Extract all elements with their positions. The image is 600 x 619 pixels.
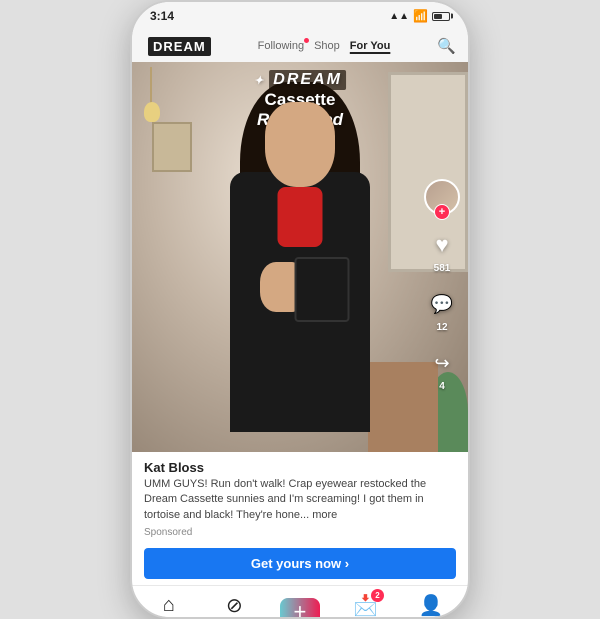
- follow-plus-button[interactable]: +: [434, 204, 450, 220]
- side-actions: + ♥ 581 💬 12 ↪ 4: [424, 179, 460, 392]
- nav-create[interactable]: +: [267, 598, 333, 619]
- share-count: 4: [439, 381, 445, 392]
- share-button[interactable]: ↪ 4: [426, 347, 458, 392]
- wall-art: [152, 122, 192, 172]
- brand-logo: DREAM: [148, 37, 211, 56]
- cta-label: Get yours now ›: [251, 556, 349, 571]
- nav-discover[interactable]: ⊘ Discover: [202, 593, 268, 619]
- nav-tabs: DREAM Following Shop For You 🔍: [132, 30, 468, 62]
- bottom-nav: ⌂ Home ⊘ Discover + 📩 2 Inbox 👤 Profile: [132, 585, 468, 619]
- light-bulb: [144, 102, 160, 122]
- person-top-accent: [278, 187, 323, 247]
- brand-text: DREAM: [269, 70, 346, 90]
- battery-icon: [432, 12, 450, 21]
- creator-name[interactable]: Kat Bloss: [144, 460, 456, 475]
- bottom-panel: Kat Bloss UMM GUYS! Run don't walk! Crap…: [132, 452, 468, 579]
- video-area: ✦ DREAM Cassette Restocked + ♥ 581 💬 12 …: [132, 62, 468, 452]
- home-icon: ⌂: [163, 594, 175, 617]
- light-fixture: [150, 67, 152, 107]
- tab-shop[interactable]: Shop: [314, 40, 340, 52]
- comment-button[interactable]: 💬 12: [426, 288, 458, 333]
- nav-profile[interactable]: 👤 Profile: [398, 593, 464, 619]
- like-count: 581: [434, 263, 451, 274]
- person-face: [265, 102, 335, 187]
- cta-button[interactable]: Get yours now ›: [144, 548, 456, 579]
- creator-avatar-action[interactable]: +: [424, 179, 460, 215]
- video-info: Kat Bloss UMM GUYS! Run don't walk! Crap…: [132, 452, 468, 542]
- search-icon[interactable]: 🔍: [437, 37, 456, 55]
- inbox-count-badge: 2: [371, 589, 384, 602]
- comment-icon: 💬: [426, 288, 458, 320]
- video-caption: UMM GUYS! Run don't walk! Crap eyewear r…: [144, 477, 456, 523]
- create-plus-button[interactable]: +: [280, 598, 320, 619]
- phone-frame: 3:14 ▲▲ 📶 DREAM Following Shop For You 🔍: [130, 0, 470, 619]
- sponsored-label: Sponsored: [144, 527, 456, 538]
- product-bag: [295, 257, 350, 322]
- heart-icon: ♥: [426, 229, 458, 261]
- status-bar: 3:14 ▲▲ 📶: [132, 2, 468, 30]
- nav-home[interactable]: ⌂ Home: [136, 594, 202, 619]
- discover-icon: ⊘: [226, 593, 243, 618]
- video-brand: ✦ DREAM: [254, 70, 346, 90]
- inbox-badge-container: 📩 2: [353, 593, 378, 618]
- nav-inbox[interactable]: 📩 2 Inbox: [333, 593, 399, 619]
- nav-tabs-center: Following Shop For You: [258, 40, 391, 52]
- comment-count: 12: [436, 322, 447, 333]
- like-button[interactable]: ♥ 581: [426, 229, 458, 274]
- profile-icon: 👤: [419, 593, 444, 618]
- signal-icon: ▲▲: [389, 11, 409, 22]
- tab-for-you[interactable]: For You: [350, 40, 391, 52]
- wifi-icon: 📶: [413, 9, 428, 23]
- status-icons: ▲▲ 📶: [389, 9, 450, 23]
- status-time: 3:14: [150, 9, 174, 23]
- plus-icon: +: [294, 599, 307, 619]
- share-icon: ↪: [426, 347, 458, 379]
- tab-following[interactable]: Following: [258, 40, 304, 52]
- following-dot: [304, 38, 309, 43]
